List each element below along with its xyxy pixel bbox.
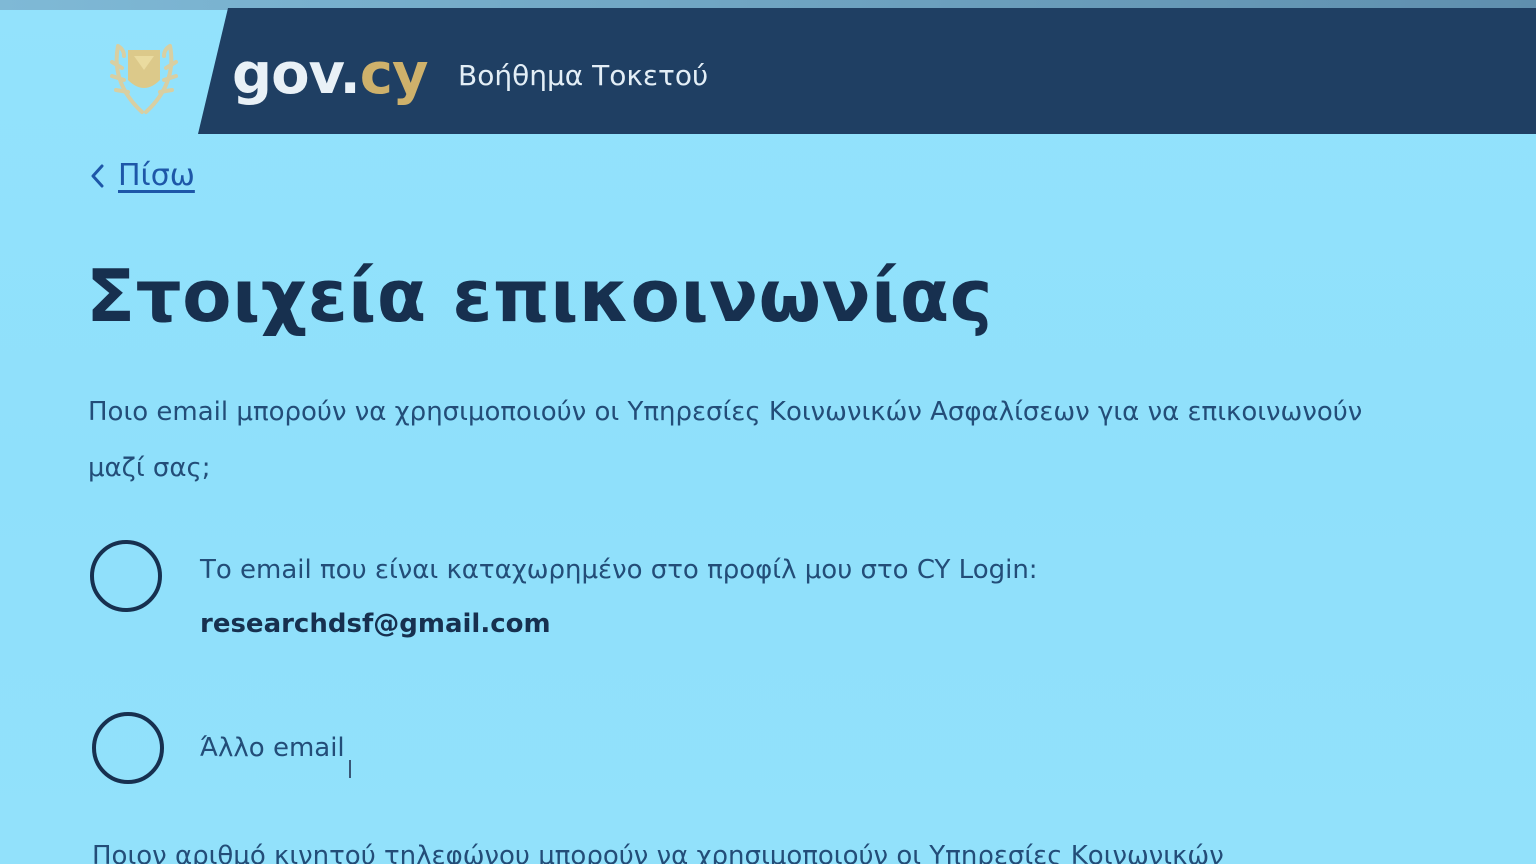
gov-cy-logo[interactable]: gov.cy xyxy=(232,40,429,110)
radio-registered-email-label[interactable]: Το email που είναι καταχωρημένο στο προφ… xyxy=(200,550,1038,590)
radio-registered-email[interactable] xyxy=(90,540,162,612)
registered-email-value: researchdsf@gmail.com xyxy=(200,609,551,639)
text-cursor xyxy=(349,760,351,778)
cyprus-coat-of-arms-icon xyxy=(110,44,178,114)
radio-other-email[interactable] xyxy=(92,712,164,784)
page: gov.cy Βοήθημα Τοκετού Πίσω Στοιχεία επι… xyxy=(0,0,1536,864)
page-title: Στοιχεία επικοινωνίας xyxy=(86,254,993,338)
service-name[interactable]: Βοήθημα Τοκετού xyxy=(458,56,708,96)
back-link[interactable]: Πίσω xyxy=(90,156,195,196)
chevron-left-icon xyxy=(91,164,104,188)
radio-other-email-label[interactable]: Άλλο email xyxy=(200,728,345,768)
logo-gov-text: gov xyxy=(232,42,340,107)
back-link-label[interactable]: Πίσω xyxy=(118,156,195,196)
phone-question: Ποιον αριθμό κινητού τηλεφώνου μπορούν ν… xyxy=(92,841,1224,864)
logo-dot-text: . xyxy=(339,42,361,107)
email-question: Ποιο email μπορούν να χρησιμοποιούν οι Υ… xyxy=(88,397,1363,483)
logo-cy-text: cy xyxy=(359,42,429,107)
